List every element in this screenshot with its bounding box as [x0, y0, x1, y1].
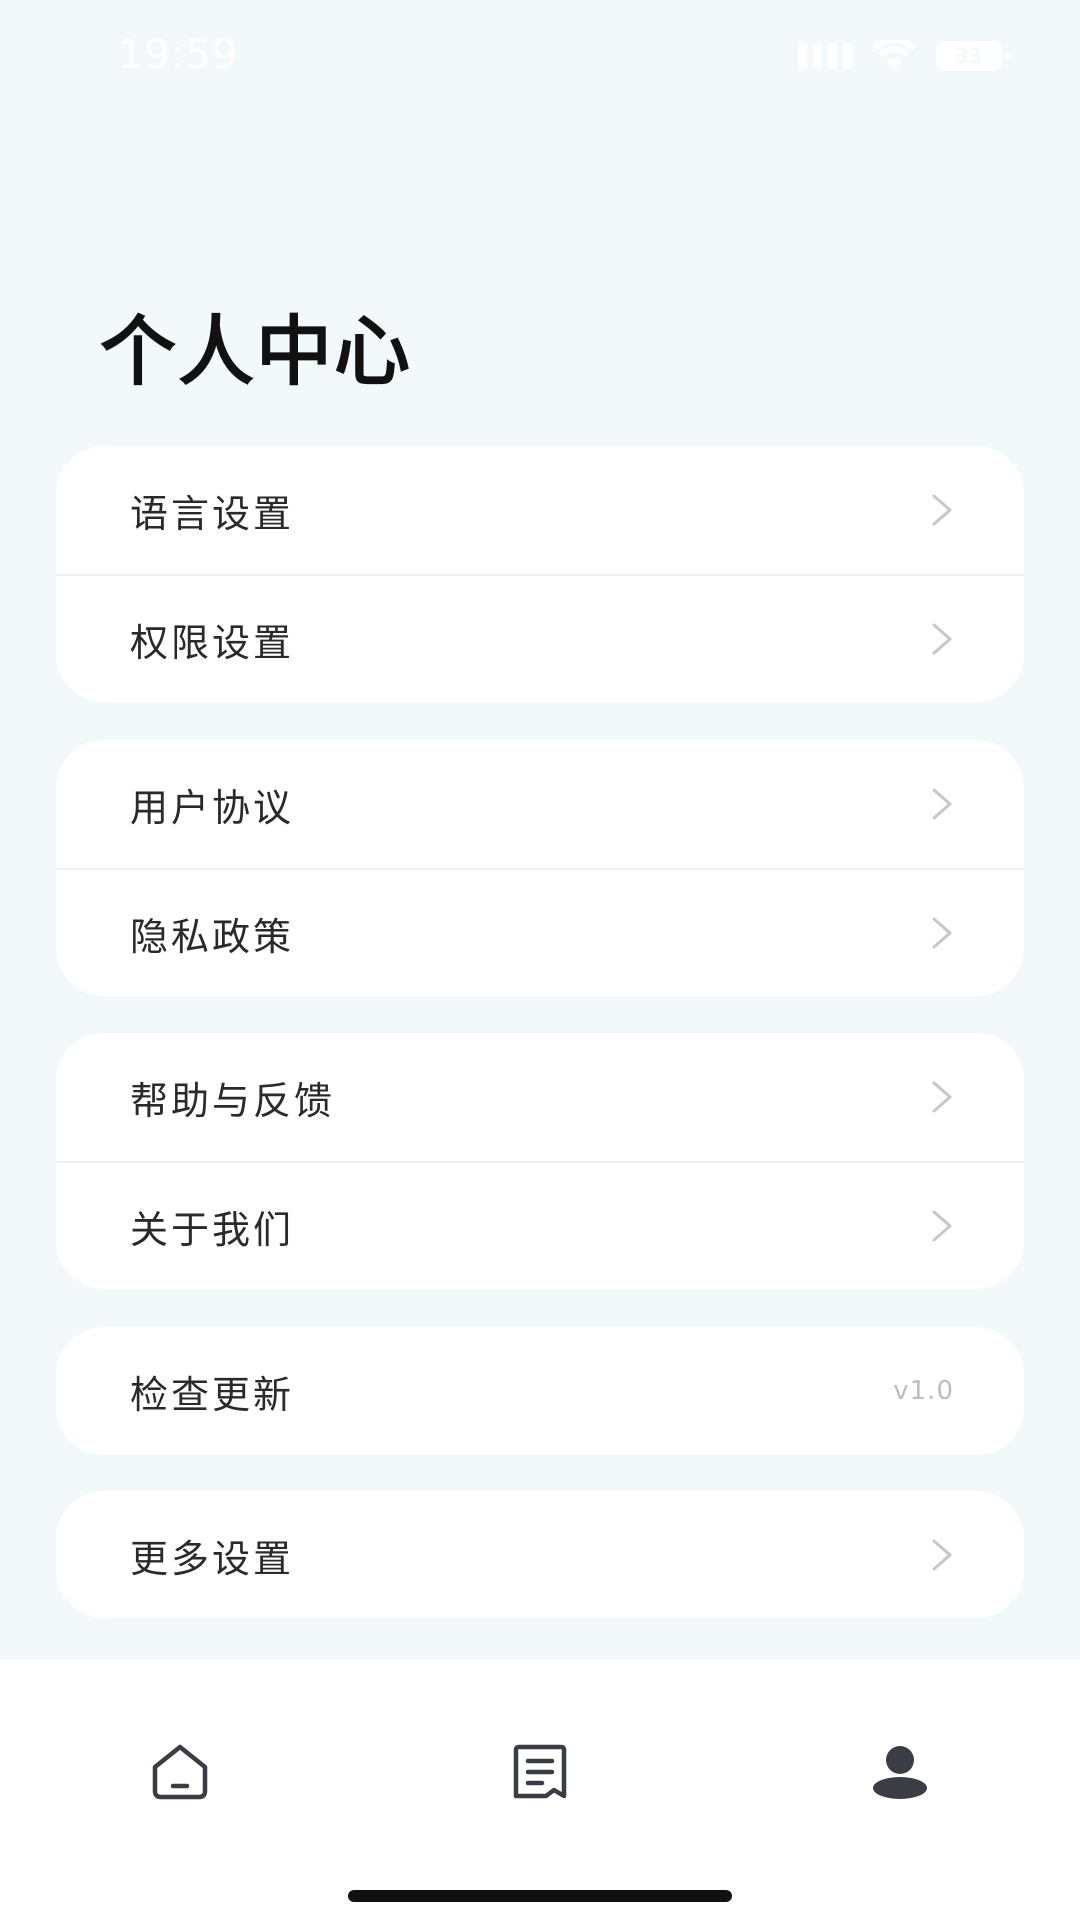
menu-item-help-feedback[interactable]: 帮助与反馈: [56, 1033, 1024, 1161]
status-time: 19:59: [118, 32, 239, 78]
nav-tab-home[interactable]: [120, 1722, 240, 1822]
support-card: 帮助与反馈 关于我们: [56, 1033, 1024, 1289]
chevron-right-icon: [932, 788, 952, 820]
home-indicator: [348, 1890, 732, 1902]
settings-card: 语言设置 权限设置: [56, 446, 1024, 702]
chevron-right-icon: [932, 917, 952, 949]
menu-item-label: 更多设置: [130, 1536, 295, 1581]
menu-item-privacy-policy[interactable]: 隐私政策: [56, 868, 1024, 996]
chevron-right-icon: [932, 1081, 952, 1113]
menu-item-check-update[interactable]: 检查更新 v1.0: [56, 1327, 1024, 1455]
menu-item-label: 隐私政策: [130, 914, 295, 959]
chevron-right-icon: [932, 1210, 952, 1242]
battery-level: 33: [955, 44, 983, 68]
menu-item-label: 关于我们: [130, 1207, 295, 1252]
menu-item-permission-settings[interactable]: 权限设置: [56, 574, 1024, 702]
menu-item-more-settings[interactable]: 更多设置: [56, 1491, 1024, 1618]
menu-item-label: 用户协议: [130, 785, 295, 830]
profile-icon: [873, 1746, 927, 1799]
home-icon: [152, 1744, 208, 1800]
nav-tab-profile[interactable]: [840, 1722, 960, 1822]
status-icons: 33: [798, 40, 1009, 72]
chevron-right-icon: [932, 623, 952, 655]
menu-item-label: 语言设置: [130, 491, 295, 536]
menu-item-label: 检查更新: [130, 1372, 295, 1417]
chevron-right-icon: [932, 1539, 952, 1571]
bottom-nav: [0, 1660, 1080, 1920]
legal-card: 用户协议 隐私政策: [56, 740, 1024, 996]
battery-icon: 33: [936, 41, 1009, 71]
nav-tab-records[interactable]: [480, 1722, 600, 1822]
page-title: 个人中心: [100, 307, 412, 396]
menu-item-label: 帮助与反馈: [130, 1078, 336, 1123]
menu-item-label: 权限设置: [130, 620, 295, 665]
menu-item-about-us[interactable]: 关于我们: [56, 1161, 1024, 1289]
chevron-right-icon: [932, 494, 952, 526]
document-icon: [513, 1744, 567, 1799]
menu-item-language-settings[interactable]: 语言设置: [56, 446, 1024, 574]
update-card: 检查更新 v1.0: [56, 1327, 1024, 1455]
menu-item-user-agreement[interactable]: 用户协议: [56, 740, 1024, 868]
wifi-icon: [872, 40, 916, 70]
signal-icon: [798, 43, 852, 69]
version-label: v1.0: [893, 1376, 954, 1406]
more-card: 更多设置: [56, 1491, 1024, 1618]
status-bar: 19:59 33: [0, 0, 1080, 120]
